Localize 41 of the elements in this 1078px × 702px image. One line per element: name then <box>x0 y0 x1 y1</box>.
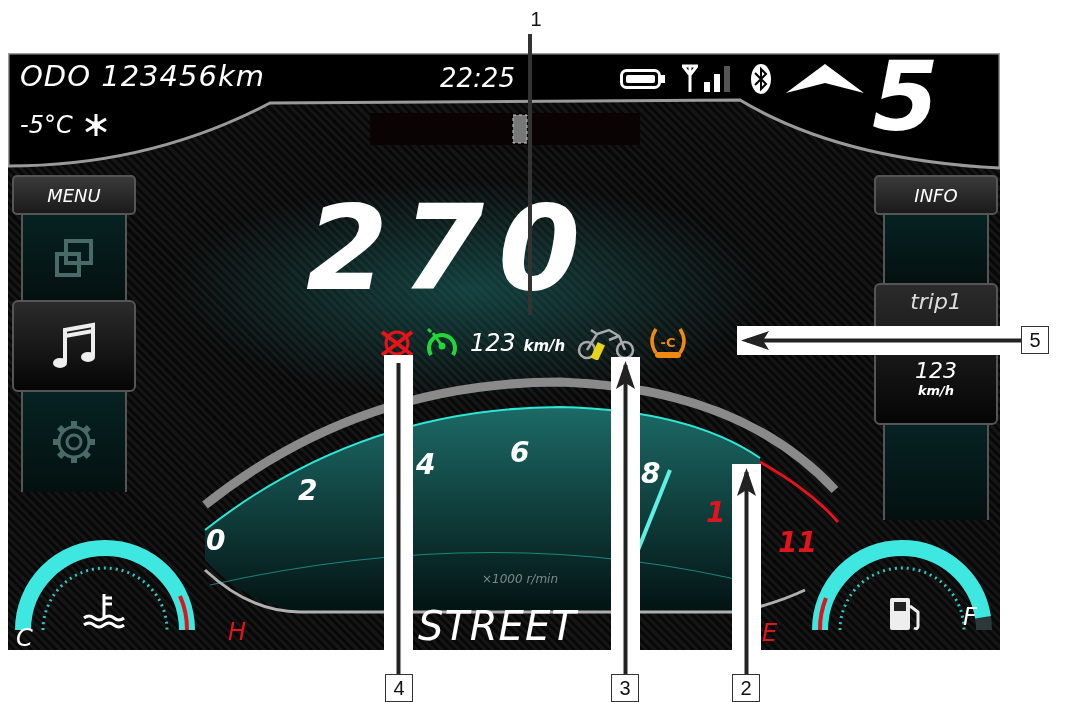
callout-number: 4 <box>385 674 413 702</box>
motorcycle-icon <box>577 328 635 360</box>
menu-button[interactable]: MENU <box>12 175 136 215</box>
info-tile[interactable] <box>883 215 989 283</box>
callout-number: 2 <box>732 674 760 702</box>
riding-mode: STREET <box>418 603 577 649</box>
menu-tile[interactable] <box>12 300 136 392</box>
coolant-low-label: C <box>16 624 33 650</box>
trip-unit: km/h <box>917 383 955 398</box>
fuel-empty-label: E <box>762 619 778 647</box>
callout-number: 3 <box>611 674 639 702</box>
menu-tile[interactable] <box>21 392 127 492</box>
coolant-high-label: H <box>228 618 247 646</box>
settings-icon <box>50 418 98 466</box>
fuel-full-label: F <box>963 603 977 631</box>
rpm-number: 2 <box>298 474 318 507</box>
rpm-number: 8 <box>641 457 661 490</box>
menu-tile[interactable] <box>21 215 127 300</box>
rpm-number: 11 <box>778 526 817 559</box>
rpm-number: 6 <box>510 436 530 469</box>
battery-icon <box>620 68 666 90</box>
fuel-pump-icon <box>890 598 920 631</box>
trip-value: 123 <box>915 358 957 383</box>
rpm-number: 0 <box>206 524 226 557</box>
speed-readout: 270 <box>306 198 595 298</box>
clock: 22:25 <box>440 63 516 93</box>
rpm-number: 4 <box>416 448 436 481</box>
gear-indicator: 5 <box>872 57 939 137</box>
windows-icon <box>54 237 94 278</box>
rpm-unit: ×1000 r/min <box>482 572 558 586</box>
info-button[interactable]: INFO <box>874 175 998 215</box>
callout-number: 5 <box>1021 326 1049 354</box>
coolant-icon <box>83 594 125 629</box>
info-tile[interactable] <box>883 425 989 520</box>
odometer: ODO 123456km <box>20 61 266 91</box>
rpm-number: 1 <box>706 496 726 529</box>
air-temperature: -5°C <box>20 111 73 139</box>
bluetooth-icon <box>750 63 772 95</box>
average-speed: 123 km/h <box>470 329 566 357</box>
music-note-icon <box>51 322 97 370</box>
trip-name: trip1 <box>910 289 962 314</box>
